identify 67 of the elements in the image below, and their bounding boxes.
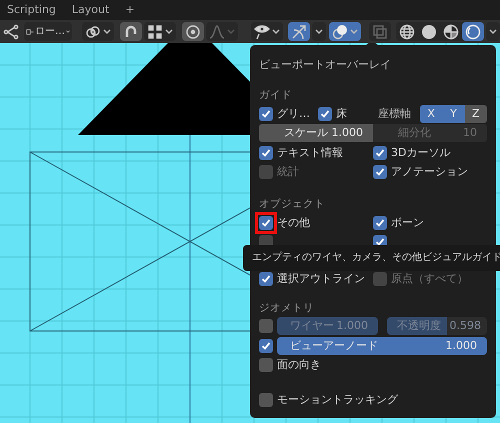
checkbox[interactable]: 面の向き <box>259 357 321 374</box>
gizmo-icon <box>291 24 307 40</box>
checkbox[interactable]: その他 <box>259 214 310 231</box>
add-tab-button[interactable]: + <box>125 0 135 20</box>
check-icon <box>375 167 385 178</box>
checkbox[interactable]: アノテーション <box>373 164 468 180</box>
toolbar-button[interactable] <box>288 22 310 41</box>
overlay-icon <box>332 24 348 40</box>
check-icon <box>261 340 271 351</box>
check-icon <box>261 108 271 119</box>
check-icon <box>375 237 385 248</box>
check-icon <box>261 218 271 228</box>
caret-icon <box>272 29 280 34</box>
check-icon <box>261 274 271 284</box>
toolbar-button[interactable] <box>120 22 142 41</box>
workspace-tab[interactable]: Scripting <box>7 0 56 20</box>
checkbox[interactable]: テキスト情報 <box>259 144 343 161</box>
checkbox[interactable] <box>259 319 273 334</box>
dropdown-button[interactable] <box>312 22 326 41</box>
checkbox[interactable]: 3Dカーソル <box>373 144 450 161</box>
target-icon <box>185 24 201 40</box>
solid-sphere-icon <box>421 24 437 40</box>
checkbox[interactable]: モーショントラッキング <box>259 392 398 408</box>
magnet-icon <box>123 24 139 40</box>
section-heading: ジオメトリ <box>259 300 315 316</box>
xray-icon <box>372 24 388 40</box>
number-field[interactable]: スケール 1.000 <box>259 124 373 142</box>
section-heading: ガイド <box>259 88 293 103</box>
workspace-tab[interactable]: Layout <box>72 0 110 20</box>
check-icon <box>375 148 385 158</box>
toolbar-button[interactable]: ロー… <box>24 22 72 41</box>
toolbar-button[interactable] <box>182 22 204 41</box>
toolbar-button[interactable] <box>251 22 283 41</box>
toolbar-button[interactable] <box>329 22 361 41</box>
caret-icon <box>103 29 111 34</box>
eye-icon <box>254 24 270 40</box>
toolbar-button[interactable] <box>82 22 114 41</box>
check-icon <box>261 148 271 158</box>
rendered-sphere-icon <box>465 24 481 40</box>
checkbox[interactable]: グリ… <box>259 106 310 122</box>
field-label: 座標軸 <box>378 106 412 122</box>
caret-icon <box>315 29 323 34</box>
grid-icon <box>147 24 163 40</box>
caret-icon <box>165 29 173 34</box>
node-icon <box>3 24 19 40</box>
caret-icon <box>489 29 497 34</box>
caret-icon <box>227 29 235 34</box>
checkbox[interactable] <box>259 338 273 353</box>
axis-toggle[interactable]: X <box>420 104 442 123</box>
checkbox[interactable]: 選択アウトライン <box>259 270 365 287</box>
slider[interactable]: ビューアーノード 1.000 <box>277 336 487 355</box>
axis-toggle[interactable]: Y <box>442 104 465 123</box>
link-icon <box>85 24 101 40</box>
checkbox[interactable]: 床 <box>318 106 347 122</box>
toolbar-button[interactable] <box>462 22 484 41</box>
popover-title: ビューポートオーバーレイ <box>259 57 392 73</box>
check-icon <box>375 218 385 228</box>
toolbar-button[interactable] <box>144 22 176 41</box>
curve-icon <box>209 24 225 40</box>
dropdown-button[interactable] <box>486 22 500 41</box>
wireframe-sphere-icon <box>399 24 415 40</box>
caret-icon <box>350 29 358 34</box>
check-icon <box>320 108 330 119</box>
checkbox[interactable]: ボーン <box>373 214 424 231</box>
material-sphere-icon <box>443 24 459 40</box>
section-heading: オブジェクト <box>259 197 326 212</box>
axis-toggle[interactable]: Z <box>464 104 487 123</box>
